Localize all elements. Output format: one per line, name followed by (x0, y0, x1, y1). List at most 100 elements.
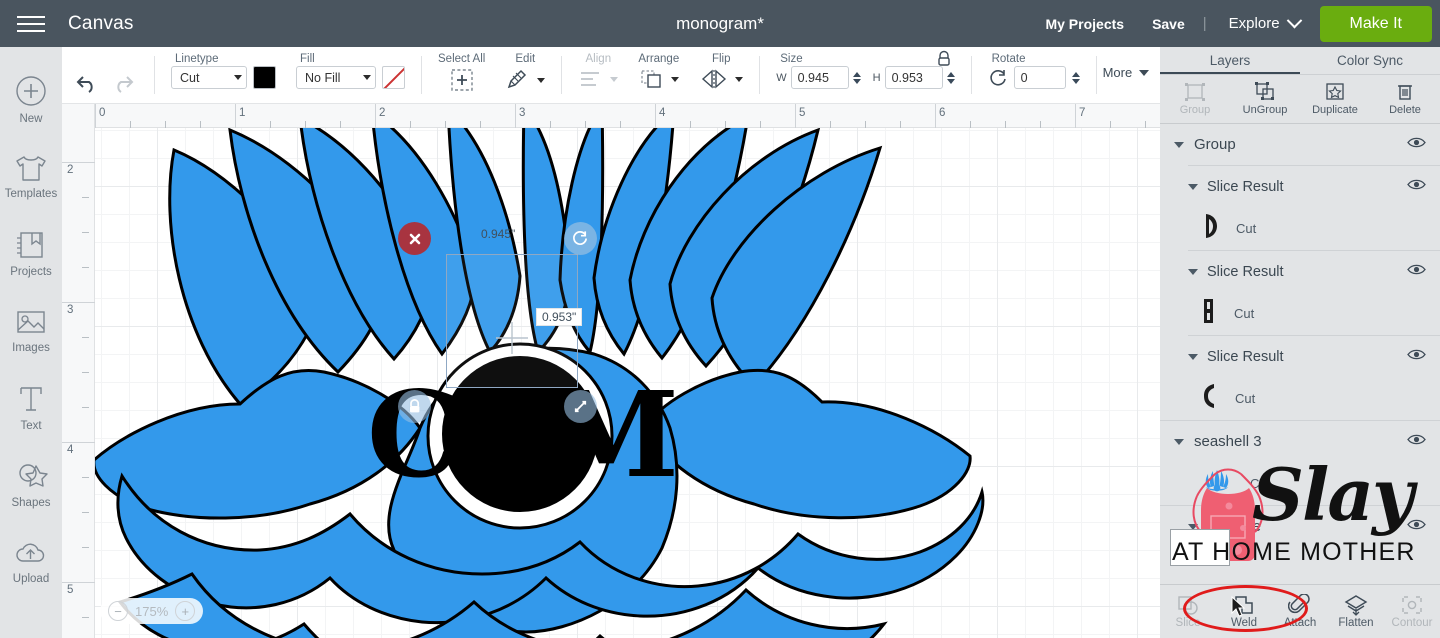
machine-selector[interactable]: Explore (1211, 12, 1310, 32)
align-icon (581, 72, 600, 86)
height-input[interactable]: 0.953 (884, 66, 943, 89)
eye-icon[interactable] (1407, 136, 1426, 154)
layer-row-slice-result[interactable]: Slice Result (1160, 251, 1440, 292)
attach-button[interactable]: Attach (1272, 594, 1328, 629)
chevron-down-icon[interactable] (1174, 438, 1184, 445)
chevron-down-icon[interactable] (1188, 353, 1198, 360)
width-field[interactable]: W 0.945 (776, 66, 861, 89)
sidebar-item-images[interactable]: Images (0, 292, 62, 369)
layer-row-slice-result[interactable]: Slice Result (1160, 166, 1440, 207)
duplicate-button[interactable]: Duplicate (1300, 75, 1370, 123)
select-all-icon[interactable] (449, 68, 475, 92)
chevron-down-icon (610, 76, 619, 82)
weld-label: Weld (1231, 617, 1257, 629)
linetype-color-swatch[interactable] (253, 66, 276, 89)
selection-center-crosshair (496, 322, 528, 354)
edit-label: Edit (515, 53, 536, 65)
select-all-group[interactable]: Select All (428, 47, 495, 104)
rotate-stepper[interactable] (1071, 71, 1080, 84)
divider (759, 56, 761, 94)
lock-handle[interactable] (398, 390, 431, 423)
layer-row-cut[interactable]: Cut (1160, 292, 1440, 335)
sidebar-item-templates[interactable]: Templates (0, 138, 62, 215)
flip-icon[interactable] (699, 68, 729, 90)
fill-none-swatch[interactable] (382, 66, 405, 89)
tab-color-sync[interactable]: Color Sync (1300, 47, 1440, 74)
lock-closed-icon[interactable] (936, 50, 952, 68)
save-button[interactable]: Save (1138, 16, 1199, 32)
divider (561, 56, 563, 94)
chevron-down-icon[interactable] (1174, 141, 1184, 148)
my-projects-button[interactable]: My Projects (1031, 16, 1138, 32)
layer-row-cut[interactable]: Cut (1160, 462, 1440, 505)
arrange-layers-icon[interactable] (639, 68, 665, 90)
zoom-out-button[interactable]: − (108, 601, 128, 621)
layer-name: Slice Re (1207, 518, 1261, 535)
chevron-down-icon[interactable] (670, 76, 679, 82)
trash-icon (1398, 85, 1412, 100)
linetype-value: Cut (180, 70, 200, 85)
group-button[interactable]: Group (1160, 75, 1230, 123)
width-stepper[interactable] (852, 71, 861, 84)
divider (154, 56, 155, 94)
sidebar-item-shapes[interactable]: Shapes (0, 446, 62, 523)
sidebar-item-upload[interactable]: Upload (0, 523, 62, 600)
chevron-down-icon (1286, 12, 1302, 29)
eye-icon[interactable] (1407, 178, 1426, 196)
sidebar-item-projects[interactable]: Projects (0, 215, 62, 292)
chevron-down-icon[interactable] (1188, 523, 1198, 530)
hamburger-menu-icon[interactable] (0, 0, 62, 47)
delete-label: Delete (1389, 104, 1421, 116)
selection-width-label: 0.945" (481, 227, 516, 241)
eye-icon[interactable] (1407, 518, 1426, 536)
layer-row-cut[interactable]: Cut (1160, 377, 1440, 420)
layers-list[interactable]: Group Slice Result Cut Slice Result Cut … (1160, 124, 1440, 584)
eye-icon[interactable] (1407, 348, 1426, 366)
arrange-label: Arrange (638, 53, 680, 65)
layer-row-seashell-3[interactable]: seashell 3 (1160, 421, 1440, 462)
zoom-in-button[interactable]: + (175, 601, 196, 621)
sidebar-item-text[interactable]: Text (0, 369, 62, 446)
canvas-area[interactable]: CBM 0.945" 0.953" 0 1 2 3 4 5 6 7 2 3 4 … (62, 104, 1160, 638)
delete-button[interactable]: Delete (1370, 75, 1440, 123)
resize-handle[interactable] (564, 390, 597, 423)
chevron-down-icon[interactable] (537, 77, 546, 83)
redo-arrow-icon[interactable] (108, 68, 138, 98)
chevron-down-icon[interactable] (1188, 268, 1198, 275)
layer-row-slice-result[interactable]: Slice Re (1160, 506, 1440, 547)
height-stepper[interactable] (946, 71, 955, 84)
eye-icon[interactable] (1407, 263, 1426, 281)
undo-arrow-icon[interactable] (72, 68, 102, 98)
contour-button[interactable]: Contour (1384, 594, 1440, 629)
layer-row-cut[interactable]: Cut (1160, 207, 1440, 250)
width-input[interactable]: 0.945 (790, 66, 849, 89)
chevron-down-icon (363, 75, 371, 80)
edit-pencil-icon[interactable] (505, 68, 531, 92)
linetype-select[interactable]: Cut (171, 66, 247, 89)
tab-layers[interactable]: Layers (1160, 47, 1300, 74)
layer-row-group[interactable]: Group (1160, 124, 1440, 165)
sidebar-item-label: Text (20, 420, 42, 432)
panel-tabs: Layers Color Sync (1160, 47, 1440, 74)
eye-icon[interactable] (1407, 433, 1426, 451)
edit-group[interactable]: Edit (495, 47, 555, 104)
layer-row-slice-result[interactable]: Slice Result (1160, 336, 1440, 377)
sidebar-item-new[interactable]: New (0, 61, 62, 138)
duplicate-icon (1326, 83, 1344, 100)
chevron-down-icon[interactable] (735, 76, 744, 82)
make-it-button[interactable]: Make It (1319, 5, 1432, 42)
chevron-down-icon[interactable] (1188, 183, 1198, 190)
flatten-button[interactable]: Flatten (1328, 594, 1384, 629)
flip-group[interactable]: Flip (689, 47, 753, 104)
slice-button[interactable]: Slice (1160, 594, 1216, 629)
zoom-control[interactable]: − 175% + (100, 598, 204, 624)
rotate-input[interactable]: 0 (1013, 66, 1066, 89)
letter-b-glyph-thumb (1202, 298, 1216, 329)
arrange-group[interactable]: Arrange (628, 47, 689, 104)
rotate-handle[interactable] (564, 222, 597, 255)
fill-select[interactable]: No Fill (296, 66, 376, 89)
ungroup-button[interactable]: UnGroup (1230, 75, 1300, 123)
rotate-icon[interactable] (988, 68, 1008, 88)
more-button[interactable]: More (1103, 65, 1150, 80)
delete-handle[interactable] (398, 222, 431, 255)
